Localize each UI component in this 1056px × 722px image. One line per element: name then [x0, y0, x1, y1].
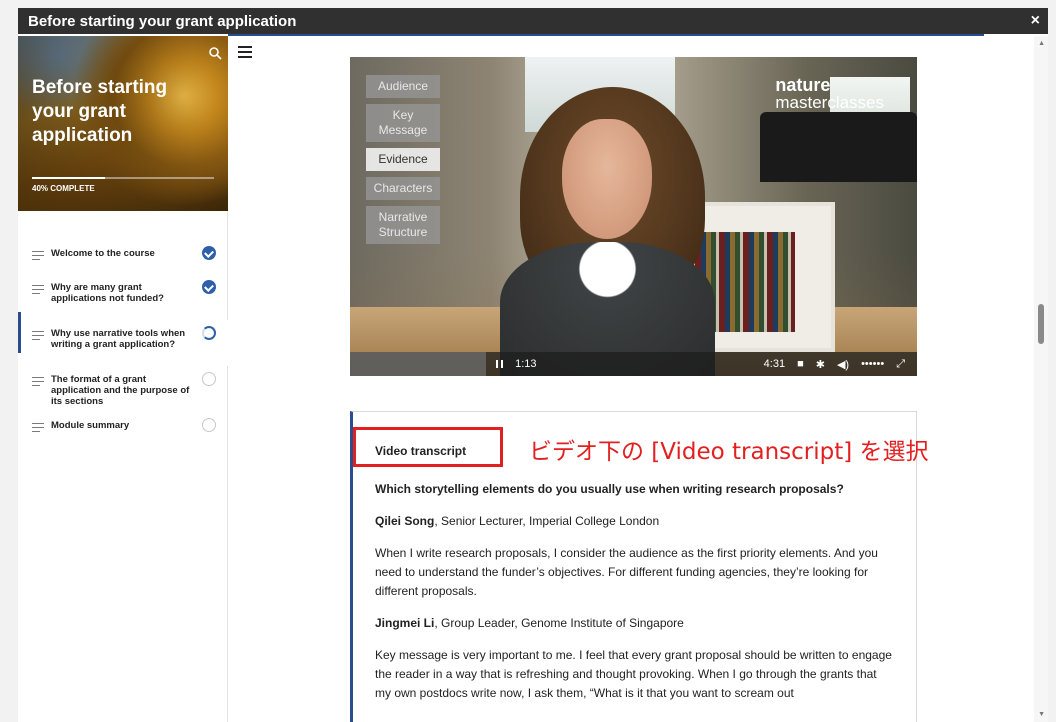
brand-line-2: masterclasses [775, 93, 884, 112]
transcript-body: Which storytelling elements do you usual… [375, 480, 895, 716]
chapter-audience[interactable]: Audience [366, 75, 440, 98]
speaker-text: Key message is very important to me. I f… [375, 648, 892, 700]
course-progress-label: 40% COMPLETE [32, 184, 95, 193]
lesson-format[interactable]: The format of a grant application and th… [18, 366, 228, 412]
course-hero: Before starting your grant application 4… [18, 36, 228, 211]
chapter-key-message[interactable]: Key Message [366, 104, 440, 142]
speaker-role: , Senior Lecturer, Imperial College Lond… [434, 514, 660, 528]
lesson-label: Module summary [51, 420, 130, 431]
video-chapter-menu: Audience Key Message Evidence Characters… [366, 75, 440, 250]
settings-gear-icon[interactable]: ✱ [816, 358, 825, 371]
lesson-why-not-funded[interactable]: Why are many grant applications not fund… [18, 274, 228, 320]
menu-lines-icon [32, 377, 44, 389]
lesson-narrative-tools[interactable]: Why use narrative tools when writing a g… [18, 312, 228, 366]
current-time: 1:13 [515, 358, 537, 370]
lesson-summary[interactable]: Module summary [18, 412, 228, 442]
video-transcript-heading[interactable]: Video transcript [375, 442, 466, 461]
course-window: Before starting your grant application ×… [18, 8, 1048, 722]
lesson-label: Welcome to the course [51, 248, 155, 259]
window-title: Before starting your grant application [28, 12, 297, 30]
lesson-list: Welcome to the course Why are many grant… [18, 236, 228, 442]
fullscreen-icon[interactable]: ⤢ [896, 358, 905, 371]
lesson-label: Why are many grant applications not fund… [51, 282, 164, 304]
menu-lines-icon [32, 423, 44, 435]
not-started-icon [202, 372, 216, 386]
in-progress-icon [202, 326, 216, 340]
complete-check-icon [202, 280, 216, 294]
volume-level-dots[interactable]: •••••• [861, 358, 884, 370]
volume-icon[interactable]: ◀) [837, 358, 849, 371]
window-titlebar: Before starting your grant application × [18, 8, 1048, 34]
menu-lines-icon [32, 251, 44, 263]
close-icon[interactable]: × [1031, 11, 1040, 31]
menu-lines-icon [32, 331, 44, 343]
brand-line-1: nature [775, 75, 831, 95]
speaker-name: Qilei Song [375, 514, 435, 528]
hamburger-menu-icon[interactable] [238, 46, 252, 58]
video-progress-played[interactable] [350, 352, 487, 376]
scroll-up-arrow-icon[interactable]: ▲ [1038, 40, 1045, 47]
not-started-icon [202, 418, 216, 432]
course-progress-bar [32, 177, 214, 179]
course-title: Before starting your grant application [32, 77, 168, 146]
course-sidebar: Before starting your grant application 4… [18, 36, 228, 722]
speaker-name: Jingmei Li [375, 616, 435, 630]
video-speaker-face [562, 119, 652, 239]
scroll-down-arrow-icon[interactable]: ▼ [1038, 711, 1045, 718]
speaker-text: When I write research proposals, I consi… [375, 546, 878, 598]
speaker-role: , Group Leader, Genome Institute of Sing… [434, 616, 684, 630]
chapter-evidence[interactable]: Evidence [366, 148, 440, 171]
transcript-question: Which storytelling elements do you usual… [375, 482, 844, 496]
complete-check-icon [202, 246, 216, 260]
duration: 4:31 [763, 358, 786, 370]
brand-logo: nature masterclasses [775, 75, 884, 112]
video-scene-piano [760, 112, 917, 182]
instruction-annotation: ビデオ下の [Video transcript] を選択 [529, 439, 929, 465]
chapter-characters[interactable]: Characters [366, 177, 440, 200]
pause-icon[interactable] [496, 360, 504, 368]
course-progress-fill [32, 177, 105, 179]
page-scrollbar[interactable]: ▲ ▼ [1034, 36, 1048, 722]
title-underline [228, 34, 984, 36]
lesson-label: The format of a grant application and th… [51, 374, 190, 407]
menu-lines-icon [32, 285, 44, 297]
lesson-welcome[interactable]: Welcome to the course [18, 236, 228, 274]
search-icon[interactable] [208, 46, 222, 60]
video-controls: 1:13 4:31 ■ ✱ ◀) •••••• ⤢ [350, 352, 917, 376]
video-player[interactable]: Audience Key Message Evidence Characters… [350, 57, 917, 376]
chapter-narrative-structure[interactable]: Narrative Structure [366, 206, 440, 244]
captions-icon[interactable]: ■ [797, 358, 804, 370]
lesson-label: Why use narrative tools when writing a g… [51, 328, 186, 350]
scroll-thumb[interactable] [1038, 304, 1044, 344]
